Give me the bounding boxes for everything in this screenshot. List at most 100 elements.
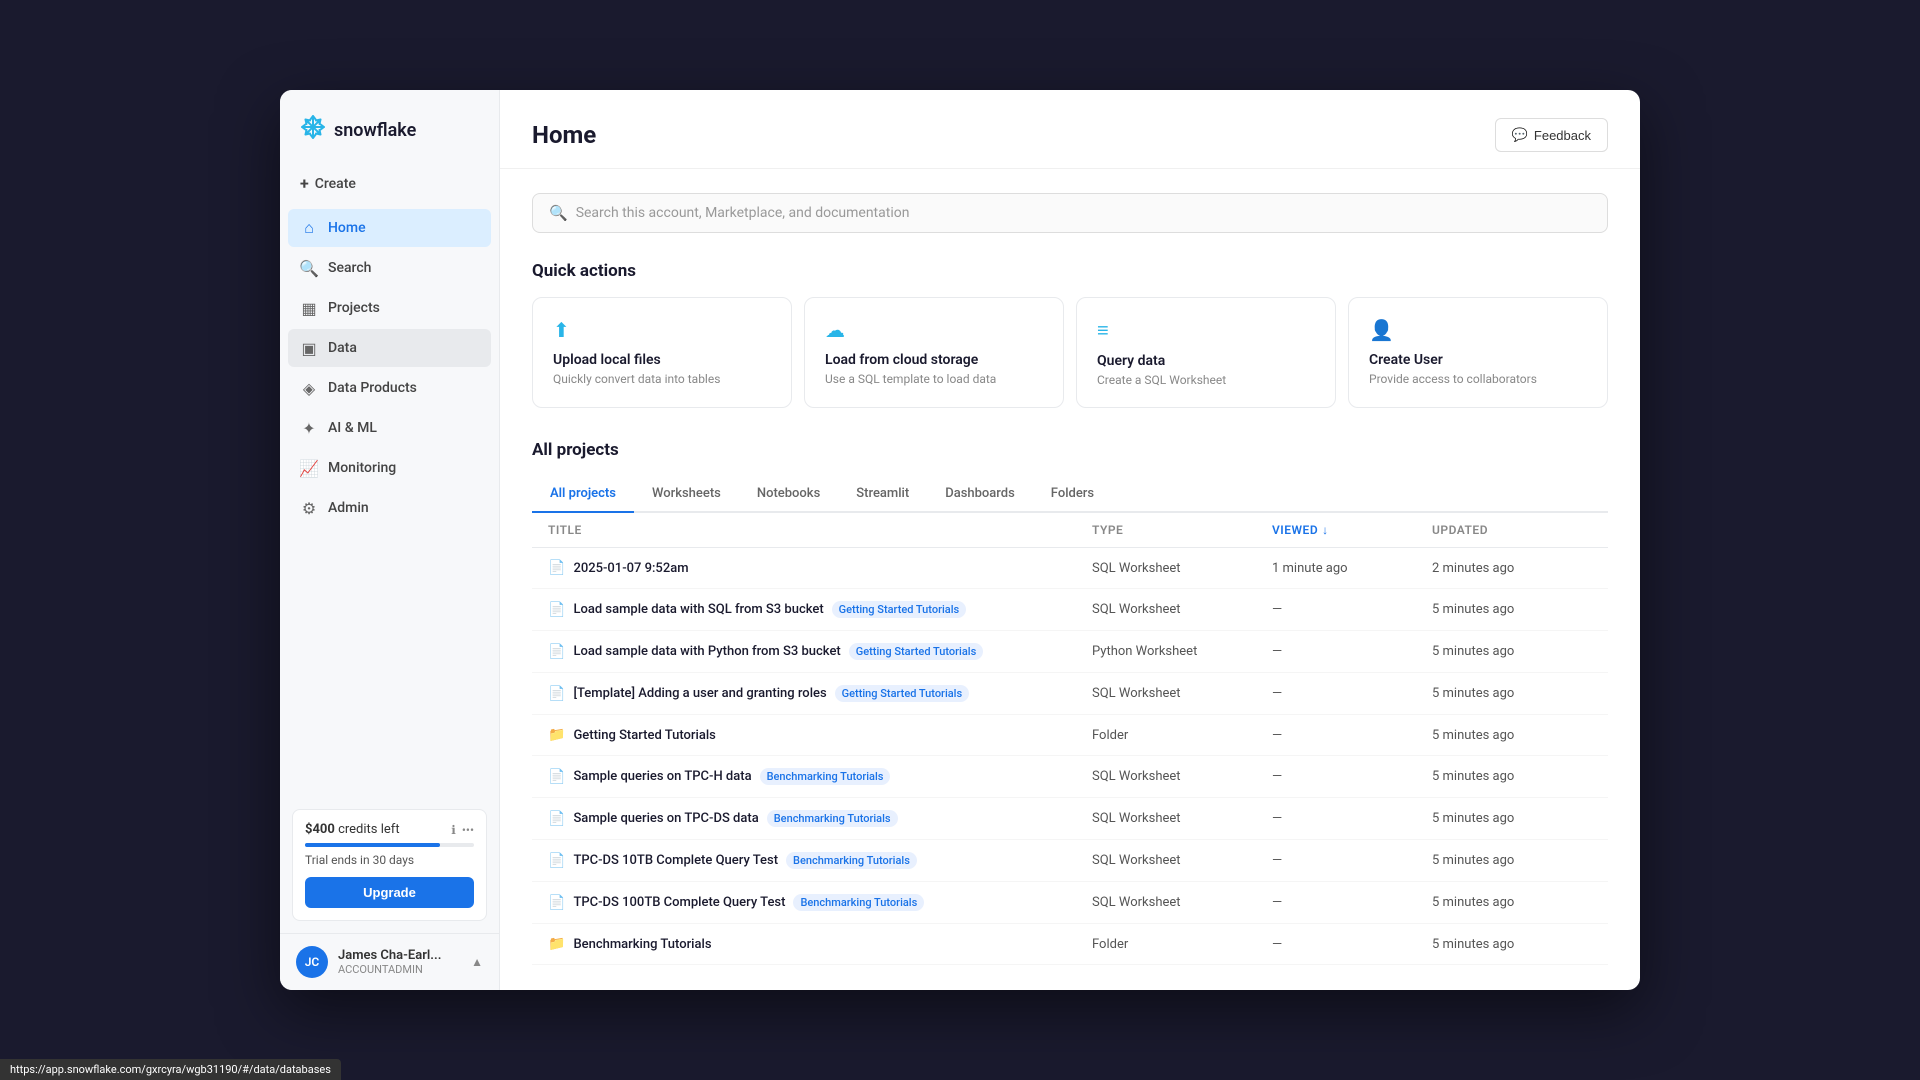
action-card-3[interactable]: 👤 Create User Provide access to collabor… [1348, 297, 1608, 408]
table-row[interactable]: 📄 TPC-DS 100TB Complete Query Test Bench… [532, 882, 1608, 924]
row-viewed-1: — [1272, 602, 1432, 617]
row-viewed-4: — [1272, 728, 1432, 743]
row-badge: Benchmarking Tutorials [760, 768, 891, 785]
row-badge: Benchmarking Tutorials [793, 894, 924, 911]
row-updated-7: 5 minutes ago [1432, 853, 1592, 868]
row-title-text-2: Load sample data with Python from S3 buc… [573, 644, 840, 659]
row-viewed-7: — [1272, 853, 1432, 868]
tab-all[interactable]: All projects [532, 476, 634, 513]
action-title-1: Load from cloud storage [825, 352, 1043, 368]
table-row[interactable]: 📄 TPC-DS 10TB Complete Query Test Benchm… [532, 840, 1608, 882]
table-row[interactable]: 📄 Sample queries on TPC-DS data Benchmar… [532, 798, 1608, 840]
action-card-2[interactable]: ≡ Query data Create a SQL Worksheet [1076, 297, 1336, 408]
row-updated-1: 5 minutes ago [1432, 602, 1592, 617]
row-viewed-0: 1 minute ago [1272, 561, 1432, 576]
row-updated-6: 5 minutes ago [1432, 811, 1592, 826]
sidebar-item-label-home: Home [328, 220, 366, 236]
sort-icon: ↓ [1322, 523, 1329, 537]
document-icon: 📄 [548, 811, 565, 827]
row-viewed-5: — [1272, 769, 1432, 784]
col-header-type: TYPE [1092, 523, 1272, 537]
row-title-2: 📄 Load sample data with Python from S3 b… [548, 643, 1092, 660]
sidebar-item-search[interactable]: 🔍 Search [288, 249, 491, 287]
tab-streamlit[interactable]: Streamlit [838, 476, 927, 513]
url-bar: https://app.snowflake.com/gxrcyra/wgb311… [0, 1059, 341, 1080]
table-row[interactable]: 📄 [Template] Adding a user and granting … [532, 673, 1608, 715]
logo-text: snowflake [334, 120, 416, 141]
col-header-viewed[interactable]: VIEWED ↓ [1272, 523, 1432, 537]
tab-dashboards[interactable]: Dashboards [927, 476, 1033, 513]
sidebar-item-ai-ml[interactable]: ✦ AI & ML [288, 409, 491, 447]
row-badge: Getting Started Tutorials [849, 643, 983, 660]
credits-label: credits left [338, 822, 400, 837]
table-row[interactable]: 📁 Benchmarking Tutorials Folder — 5 minu… [532, 924, 1608, 965]
sidebar-item-data-products[interactable]: ◈ Data Products [288, 369, 491, 407]
sidebar-item-data[interactable]: ▣ Data [288, 329, 491, 367]
row-badge: Benchmarking Tutorials [786, 852, 917, 869]
row-title-text-5: Sample queries on TPC-H data [573, 769, 751, 784]
action-title-0: Upload local files [553, 352, 771, 368]
row-title-text-3: [Template] Adding a user and granting ro… [573, 686, 826, 701]
feedback-label: Feedback [1534, 128, 1591, 143]
row-type-7: SQL Worksheet [1092, 853, 1272, 868]
plus-icon: + [300, 174, 309, 193]
tab-worksheets[interactable]: Worksheets [634, 476, 739, 513]
feedback-button[interactable]: 💬 Feedback [1495, 118, 1608, 152]
search-bar[interactable]: 🔍 Search this account, Marketplace, and … [532, 193, 1608, 233]
search-placeholder: Search this account, Marketplace, and do… [576, 205, 910, 221]
row-title-0: 📄 2025-01-07 9:52am [548, 560, 1092, 576]
credits-text: $400 credits left [305, 822, 400, 837]
action-card-0[interactable]: ⬆ Upload local files Quickly convert dat… [532, 297, 792, 408]
row-updated-3: 5 minutes ago [1432, 686, 1592, 701]
admin-icon: ⚙ [300, 499, 318, 517]
table-row[interactable]: 📄 2025-01-07 9:52am SQL Worksheet 1 minu… [532, 548, 1608, 589]
sidebar-item-projects[interactable]: ▦ Projects [288, 289, 491, 327]
row-viewed-8: — [1272, 895, 1432, 910]
data-products-icon: ◈ [300, 379, 318, 397]
action-title-2: Query data [1097, 353, 1315, 369]
row-title-9: 📁 Benchmarking Tutorials [548, 936, 1092, 952]
sidebar-item-home[interactable]: ⌂ Home [288, 209, 491, 247]
projects-tabs: All projectsWorksheetsNotebooksStreamlit… [532, 476, 1608, 513]
table-row[interactable]: 📁 Getting Started Tutorials Folder — 5 m… [532, 715, 1608, 756]
row-updated-5: 5 minutes ago [1432, 769, 1592, 784]
table-body: 📄 2025-01-07 9:52am SQL Worksheet 1 minu… [532, 548, 1608, 965]
logo: snowflake [280, 90, 499, 166]
sidebar-item-monitoring[interactable]: 📈 Monitoring [288, 449, 491, 487]
projects-icon: ▦ [300, 299, 318, 317]
trial-text: Trial ends in 30 days [305, 853, 474, 867]
row-title-1: 📄 Load sample data with SQL from S3 buck… [548, 601, 1092, 618]
sidebar-item-admin[interactable]: ⚙ Admin [288, 489, 491, 527]
sidebar-item-label-search: Search [328, 260, 371, 276]
sidebar-item-label-admin: Admin [328, 500, 369, 516]
sidebar-item-label-data-products: Data Products [328, 380, 417, 396]
sidebar-item-label-projects: Projects [328, 300, 380, 316]
upgrade-button[interactable]: Upgrade [305, 877, 474, 908]
info-icon[interactable]: ℹ [451, 823, 456, 837]
row-viewed-2: — [1272, 644, 1432, 659]
table-row[interactable]: 📄 Load sample data with Python from S3 b… [532, 631, 1608, 673]
quick-actions-title: Quick actions [532, 261, 1608, 281]
row-badge: Benchmarking Tutorials [767, 810, 898, 827]
action-desc-0: Quickly convert data into tables [553, 372, 771, 386]
user-menu[interactable]: JC James Cha-Earl... ACCOUNTADMIN ▲ [280, 933, 499, 990]
action-icon-2: ≡ [1097, 318, 1315, 343]
folder-icon: 📁 [548, 936, 565, 952]
tab-folders[interactable]: Folders [1033, 476, 1112, 513]
main-content-area: Home 💬 Feedback 🔍 Search this account, M… [500, 90, 1640, 990]
action-card-1[interactable]: ☁ Load from cloud storage Use a SQL temp… [804, 297, 1064, 408]
main-scrollable: 🔍 Search this account, Marketplace, and … [500, 169, 1640, 990]
credits-bar-fill [305, 843, 440, 847]
more-icon[interactable]: ••• [462, 823, 474, 837]
folder-icon: 📁 [548, 727, 565, 743]
sidebar: snowflake + Create ⌂ Home 🔍 Search ▦ Pro… [280, 90, 500, 990]
quick-actions-grid: ⬆ Upload local files Quickly convert dat… [532, 297, 1608, 408]
row-updated-9: 5 minutes ago [1432, 937, 1592, 952]
sidebar-item-label-monitoring: Monitoring [328, 460, 396, 476]
create-button[interactable]: + Create [280, 166, 499, 209]
row-type-6: SQL Worksheet [1092, 811, 1272, 826]
table-row[interactable]: 📄 Sample queries on TPC-H data Benchmark… [532, 756, 1608, 798]
tab-notebooks[interactable]: Notebooks [739, 476, 838, 513]
table-row[interactable]: 📄 Load sample data with SQL from S3 buck… [532, 589, 1608, 631]
row-badge: Getting Started Tutorials [832, 601, 966, 618]
